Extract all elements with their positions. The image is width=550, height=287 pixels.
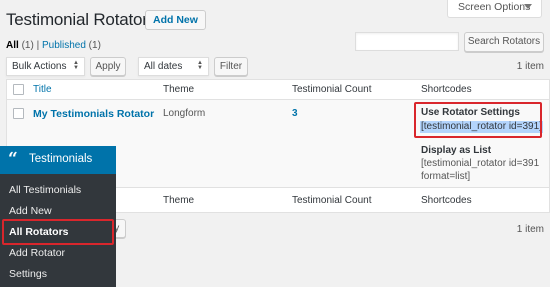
menu-item-all-testimonials[interactable]: All Testimonials — [9, 184, 81, 196]
dates-value: All dates — [144, 61, 183, 72]
menu-item-add-new[interactable]: Add New — [9, 205, 52, 217]
footer-column-shortcodes: Shortcodes — [421, 195, 472, 206]
shortcode-label-display-list: Display as List — [421, 145, 492, 156]
theme-cell: Longform — [163, 108, 206, 119]
view-published-link[interactable]: Published — [42, 40, 86, 51]
view-published-count: (1) — [88, 40, 101, 51]
column-testimonial-count: Testimonial Count — [292, 84, 372, 95]
search-input[interactable] — [355, 32, 459, 51]
page-title: Testimonial Rotators — [6, 10, 157, 29]
shortcode-display-list-line1[interactable]: [testimonial_rotator id=391 — [421, 158, 539, 170]
view-all-link[interactable]: All — [6, 40, 19, 51]
menu-highlight-box — [2, 219, 114, 245]
shortcode-display-list-line2[interactable]: format=list] — [421, 171, 470, 183]
menu-testimonials-label: Testimonials — [29, 153, 93, 165]
footer-column-testimonial-count: Testimonial Count — [292, 195, 372, 206]
view-all-count: (1) — [21, 40, 34, 51]
column-theme: Theme — [163, 84, 195, 95]
quote-icon: “ — [8, 149, 18, 169]
apply-button[interactable]: Apply — [90, 57, 126, 76]
screen-options-button[interactable]: Screen Options — [447, 0, 542, 18]
header-divider — [6, 99, 550, 100]
view-filters: All (1) | Published (1) — [6, 40, 101, 51]
bulk-actions-value: Bulk Actions — [12, 61, 67, 72]
bulk-actions-select[interactable]: Bulk Actions ▲ ▼ — [6, 57, 85, 76]
column-shortcodes: Shortcodes — [421, 84, 472, 95]
select-arrows-icon: ▲ ▼ — [197, 60, 203, 71]
filter-button[interactable]: Filter — [214, 57, 248, 76]
footer-column-theme: Theme — [163, 195, 195, 206]
caret-down-icon — [524, 4, 532, 9]
add-new-button[interactable]: Add New — [145, 10, 206, 30]
screen-options-label: Screen Options — [458, 1, 531, 13]
testimonial-count-link[interactable]: 3 — [292, 108, 298, 119]
rotator-title-link[interactable]: My Testimonials Rotator — [33, 108, 154, 120]
bottom-item-count: 1 item — [516, 224, 544, 235]
search-rotators-button[interactable]: Search Rotators — [464, 32, 544, 52]
item-count: 1 item — [516, 61, 544, 72]
view-separator: | — [36, 40, 40, 51]
menu-item-settings[interactable]: Settings — [9, 268, 47, 280]
select-all-checkbox[interactable] — [13, 84, 24, 95]
dates-select[interactable]: All dates ▲ ▼ — [138, 57, 209, 76]
menu-item-add-rotator[interactable]: Add Rotator — [9, 247, 65, 259]
column-title[interactable]: Title — [33, 84, 52, 95]
menu-testimonials[interactable]: “ Testimonials — [0, 146, 116, 174]
row-checkbox[interactable] — [13, 108, 24, 119]
select-arrows-icon: ▲ ▼ — [73, 60, 79, 71]
highlight-box — [414, 102, 542, 138]
